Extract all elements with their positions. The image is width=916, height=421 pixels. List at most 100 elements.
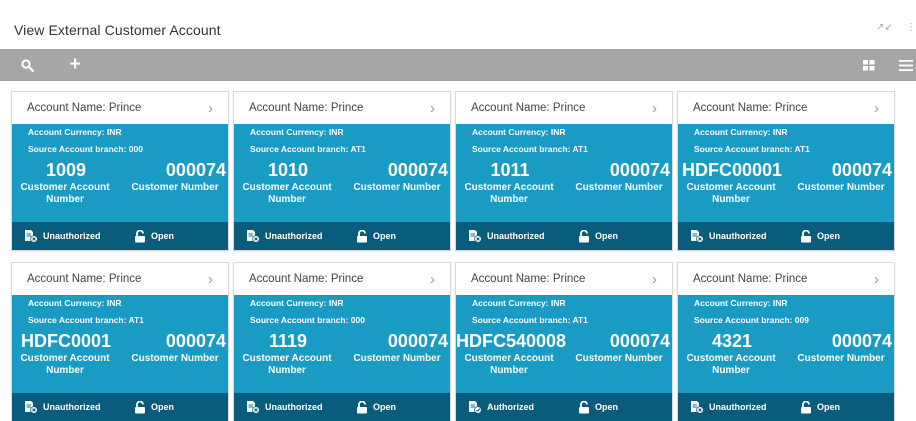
customer-number-caption: Customer Number: [797, 353, 885, 364]
document-status-icon: [469, 230, 482, 243]
account-card[interactable]: Account Name: Prince › Account Currency:…: [677, 91, 895, 251]
account-name-label: Account Name:: [693, 273, 772, 285]
card-header[interactable]: Account Name: Prince ›: [678, 92, 894, 124]
record-status: Open: [356, 222, 396, 250]
card-header[interactable]: Account Name: Prince ›: [678, 263, 894, 295]
list-view-button[interactable]: [896, 49, 916, 81]
account-card[interactable]: Account Name: Prince › Account Currency:…: [455, 91, 673, 251]
customer-number: 000074: [165, 160, 226, 180]
auth-status: Unauthorized: [24, 222, 101, 250]
unlock-icon: [357, 229, 367, 242]
account-name: Account Name: Prince: [27, 273, 141, 285]
card-body: Account Currency: INR Source Account bra…: [456, 124, 672, 222]
account-card[interactable]: Account Name: Prince › Account Currency:…: [11, 262, 229, 421]
card-body: Account Currency: INR Source Account bra…: [234, 295, 450, 393]
card-footer: Unauthorized Open: [12, 393, 228, 421]
account-number-caption: Customer Account Number: [686, 182, 776, 205]
account-card[interactable]: Account Name: Prince › Account Currency:…: [11, 91, 229, 251]
unlock-icon: [579, 229, 589, 242]
account-number: 4321: [711, 331, 753, 351]
account-name: Account Name: Prince: [693, 102, 807, 114]
chevron-right-icon[interactable]: ›: [208, 271, 213, 288]
customer-number-caption: Customer Number: [131, 353, 219, 364]
account-card[interactable]: Account Name: Prince › Account Currency:…: [233, 262, 451, 421]
account-name-label: Account Name:: [27, 102, 106, 114]
card-header[interactable]: Account Name: Prince ›: [456, 263, 672, 295]
restore-window-icon[interactable]: ↗↙: [876, 22, 893, 33]
record-status: Open: [800, 393, 840, 421]
account-name-value: Prince: [108, 273, 142, 285]
customer-number-caption: Customer Number: [353, 353, 441, 364]
customer-number-caption: Customer Number: [797, 182, 885, 193]
source-branch: Source Account branch: AT1: [250, 144, 366, 154]
source-branch: Source Account branch: 009: [694, 315, 809, 325]
chevron-right-icon[interactable]: ›: [430, 271, 435, 288]
unlock-icon: [135, 400, 145, 413]
chevron-right-icon[interactable]: ›: [430, 100, 435, 117]
chevron-right-icon[interactable]: ›: [874, 100, 879, 117]
chevron-right-icon[interactable]: ›: [652, 271, 657, 288]
title-bar: View External Customer Account ↗↙ ⋮: [0, 0, 916, 48]
chevron-right-icon[interactable]: ›: [874, 271, 879, 288]
unlock-icon: [579, 400, 589, 413]
record-status: Open: [134, 393, 174, 421]
account-currency: Account Currency: INR: [250, 127, 344, 137]
account-number-caption: Customer Account Number: [464, 353, 554, 376]
account-currency: Account Currency: INR: [28, 298, 122, 308]
account-number: 1119: [268, 331, 308, 351]
grid-view-icon: [863, 59, 875, 70]
card-footer: Unauthorized Open: [12, 222, 228, 250]
account-number: HDFC540008: [456, 331, 567, 351]
account-card[interactable]: Account Name: Prince › Account Currency:…: [455, 262, 673, 421]
account-name-label: Account Name:: [693, 102, 772, 114]
auth-status: Unauthorized: [468, 222, 545, 250]
card-footer: Unauthorized Open: [678, 393, 894, 421]
more-options-icon[interactable]: ⋮: [906, 22, 916, 33]
card-footer: Unauthorized Open: [234, 393, 450, 421]
customer-number: 000074: [609, 331, 670, 351]
account-number: 1010: [267, 160, 309, 180]
grid-view-button[interactable]: [858, 49, 880, 81]
account-name-value: Prince: [330, 273, 364, 285]
account-card[interactable]: Account Name: Prince › Account Currency:…: [233, 91, 451, 251]
chevron-right-icon[interactable]: ›: [652, 100, 657, 117]
account-number: HDFC00001: [681, 160, 783, 180]
account-number: 1011: [490, 160, 530, 180]
toolbar: +: [0, 49, 916, 81]
customer-number: 000074: [831, 160, 892, 180]
account-name-value: Prince: [774, 273, 808, 285]
chevron-right-icon[interactable]: ›: [208, 100, 213, 117]
account-currency: Account Currency: INR: [694, 127, 788, 137]
customer-number: 000074: [387, 160, 448, 180]
account-number-caption: Customer Account Number: [20, 353, 110, 376]
source-branch: Source Account branch: AT1: [472, 144, 588, 154]
account-name-value: Prince: [774, 102, 808, 114]
card-body: Account Currency: INR Source Account bra…: [12, 124, 228, 222]
document-status-icon: [691, 401, 704, 414]
card-header[interactable]: Account Name: Prince ›: [234, 92, 450, 124]
card-header[interactable]: Account Name: Prince ›: [234, 263, 450, 295]
card-header[interactable]: Account Name: Prince ›: [12, 92, 228, 124]
card-header[interactable]: Account Name: Prince ›: [456, 92, 672, 124]
source-branch: Source Account branch: AT1: [28, 315, 144, 325]
auth-status: Authorized: [468, 393, 534, 421]
account-name: Account Name: Prince: [471, 102, 585, 114]
account-name: Account Name: Prince: [471, 273, 585, 285]
card-footer: Unauthorized Open: [456, 222, 672, 250]
record-status: Open: [800, 222, 840, 250]
account-name-label: Account Name:: [249, 273, 328, 285]
search-button[interactable]: [14, 49, 40, 81]
account-currency: Account Currency: INR: [472, 127, 566, 137]
unlock-icon: [801, 229, 811, 242]
account-number-caption: Customer Account Number: [20, 182, 110, 205]
account-card[interactable]: Account Name: Prince › Account Currency:…: [677, 262, 895, 421]
source-branch: Source Account branch: AT1: [694, 144, 810, 154]
account-number: HDFC0001: [20, 331, 112, 351]
card-body: Account Currency: INR Source Account bra…: [456, 295, 672, 393]
auth-status: Unauthorized: [24, 393, 101, 421]
add-button[interactable]: +: [64, 49, 86, 81]
auth-status: Unauthorized: [246, 393, 323, 421]
account-currency: Account Currency: INR: [250, 298, 344, 308]
customer-number: 000074: [831, 331, 892, 351]
card-header[interactable]: Account Name: Prince ›: [12, 263, 228, 295]
